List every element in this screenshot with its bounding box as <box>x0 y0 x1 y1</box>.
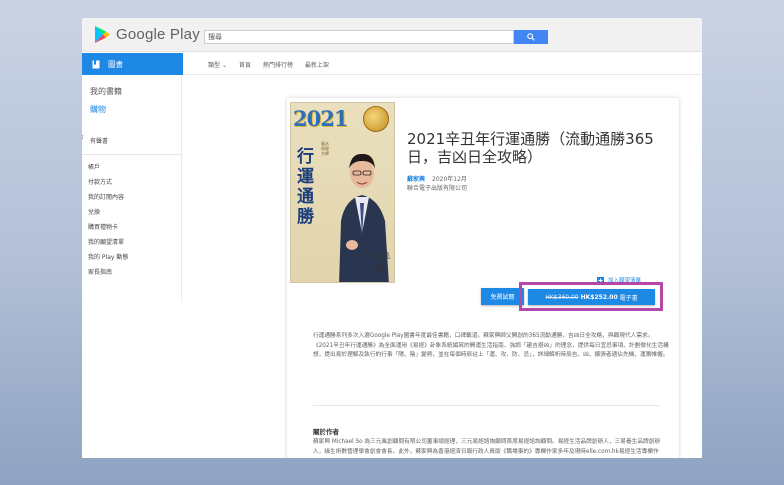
nav-top-charts[interactable]: 熱門排行榜 <box>263 60 293 69</box>
search-button[interactable] <box>514 30 548 44</box>
book-cover[interactable]: 2021 2021 行運通勝 風水命理大師 蘇民峰 <box>290 102 395 283</box>
about-author-heading: 關於作者 <box>313 428 339 436</box>
nav-new-releases[interactable]: 最新上架 <box>305 60 329 69</box>
brand-name: Google Play <box>116 26 200 43</box>
search-icon <box>527 33 535 41</box>
book-publisher: 聯合電子出版有限公司 <box>407 185 468 192</box>
sidebar-link-parent-guide[interactable]: 家長指南 <box>88 267 112 276</box>
book-date: 2020年12月 <box>432 176 467 183</box>
chevron-down-icon: ⌄ <box>221 61 227 69</box>
nav-genre[interactable]: 類型 ⌄ <box>208 60 227 69</box>
section-divider <box>313 405 659 406</box>
sidebar-link-payment[interactable]: 付款方式 <box>88 177 112 186</box>
sidebar-link-gift-card[interactable]: 購買禮物卡 <box>88 222 118 231</box>
about-author-text: 蘇家興 Michael So 為三元風創顧問有限公司董事總經理，三元易經諮詢顧問… <box>313 439 661 455</box>
collapse-sidebar-icon[interactable]: ‹ <box>82 132 84 143</box>
sidebar-link-account[interactable]: 帳戶 <box>88 162 100 171</box>
category-nav: 類型 ⌄ 首頁 熱門排行榜 最新上架 <box>208 53 329 75</box>
sidebar-link-subscriptions[interactable]: 我的訂閱內容 <box>88 192 124 201</box>
book-author-link[interactable]: 蘇家興 <box>407 174 425 183</box>
buy-ebook-button[interactable]: HK$360.00 HK$252.00 電子書 <box>528 289 655 305</box>
book-description: 行運通勝系列多次入選Google Play圖書年度最佳書籍，口碑載道。蘇家興師父… <box>313 332 669 361</box>
book-icon <box>92 60 100 68</box>
description-paragraph-2: 《2021辛丑年行運通勝》為全面運用《易經》卦象系統編寫的開運生活指南，強調「趨… <box>313 342 669 359</box>
search-input[interactable] <box>204 30 514 44</box>
sale-price: HK$252.00 <box>580 293 618 301</box>
books-category-tab[interactable]: 圖書 <box>82 53 183 75</box>
cover-coin-icon <box>363 106 389 132</box>
play-triangle-icon <box>95 26 110 43</box>
category-row: 圖書 類型 ⌄ 首頁 熱門排行榜 最新上架 <box>82 53 702 75</box>
category-label: 圖書 <box>108 59 123 69</box>
cover-year: 2021 <box>293 106 348 131</box>
nav-home[interactable]: 首頁 <box>239 60 251 69</box>
description-paragraph-1: 行運通勝系列多次入選Google Play圖書年度最佳書籍，口碑載道。蘇家興師父… <box>313 333 654 339</box>
sidebar-link-wishlist[interactable]: 我的願望清單 <box>88 237 124 246</box>
free-sample-button[interactable]: 免費試閱 <box>481 288 524 305</box>
sidebar-audiobooks[interactable]: 有聲書 <box>90 136 108 145</box>
sidebar-shop[interactable]: 購物 <box>90 104 106 115</box>
sidebar-divider <box>82 154 182 155</box>
cover-signature: 蘇民峰 <box>373 251 391 274</box>
cover-title: 行運通勝 <box>297 147 314 227</box>
sidebar-link-redeem[interactable]: 兌換 <box>88 207 100 216</box>
sidebar-my-books[interactable]: 我的書籍 <box>90 86 122 97</box>
ebook-label: 電子書 <box>619 294 638 302</box>
book-detail-card: 2021 2021 行運通勝 風水命理大師 蘇民峰 2021辛丑年行運通勝（流動… <box>287 98 679 458</box>
google-play-logo[interactable]: Google Play <box>94 25 200 44</box>
sidebar: ‹ 我的書籍 購物 有聲書 帳戶 付款方式 我的訂閱內容 兌換 購買禮物卡 我的… <box>82 76 182 302</box>
top-bar: Google Play <box>82 18 702 52</box>
play-store-window: Google Play 圖書 類型 ⌄ 首頁 熱門排行榜 最新上架 ‹ 我的書籍 <box>82 18 702 458</box>
book-title: 2021辛丑年行運通勝（流動通勝365日，吉凶日全攻略） <box>407 130 654 166</box>
original-price: HK$360.00 <box>545 293 579 301</box>
sidebar-link-activity[interactable]: 我的 Play 動態 <box>88 252 128 261</box>
